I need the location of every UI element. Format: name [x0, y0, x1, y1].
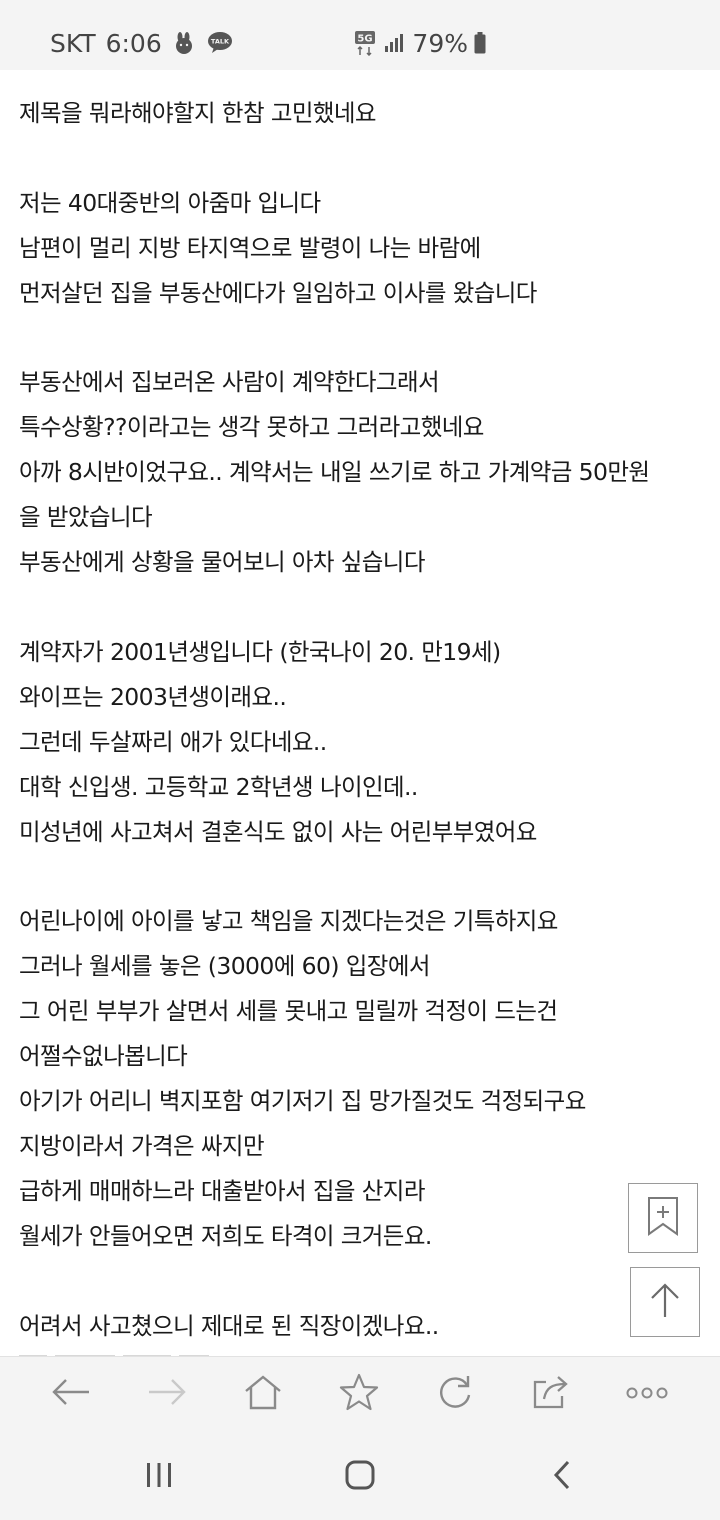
more-options-button[interactable] [622, 1369, 672, 1419]
article-line: 대학 신입생. 고등학교 2학년생 나이인데.. [19, 772, 418, 801]
nav-back-icon [551, 1459, 573, 1495]
carrier-label: SKT [50, 28, 96, 58]
system-navigation-bar [0, 1430, 720, 1520]
share-button[interactable] [526, 1369, 576, 1419]
article-line: 아기가 어리니 벽지포함 여기저기 집 망가질것도 걱정되구요 [19, 1087, 586, 1115]
svg-text:TALK: TALK [211, 38, 230, 46]
svg-text:5G: 5G [358, 34, 373, 45]
home-icon [243, 1374, 283, 1414]
article-line: 제목을 뭐라해야할지 한참 고민했네요 [19, 99, 377, 127]
article-line: 그러나 월세를 놓은 (3000에 60) 입장에서 [19, 952, 430, 980]
forward-button[interactable] [142, 1369, 192, 1419]
network-5g-icon: 5G [354, 30, 376, 56]
status-left: SKT 6:06 TALK [50, 26, 234, 60]
nav-back-button[interactable] [537, 1452, 587, 1502]
arrow-left-icon [51, 1377, 91, 1411]
share-icon [532, 1374, 570, 1414]
article-body: 제목을 뭐라해야할지 한참 고민했네요저는 40대중반의 아줌마 입니다남편이 … [19, 91, 709, 1349]
bookmarks-button[interactable] [334, 1369, 384, 1419]
signal-icon [384, 33, 404, 53]
article-line: 남편이 멀리 지방 타지역으로 발령이 나는 바람에 [19, 233, 481, 262]
status-bar: SKT 6:06 TALK 5G 79% [0, 0, 720, 70]
home-button[interactable] [238, 1369, 288, 1419]
article-line: 어려서 사고쳤으니 제대로 된 직장이겠나요.. [19, 1311, 439, 1340]
article-line: 와이프는 2003년생이래요.. [19, 682, 287, 711]
article-line: 부동산에서 집보러온 사람이 계약한다그래서 [19, 368, 440, 396]
reload-icon [436, 1373, 474, 1415]
reload-button[interactable] [430, 1369, 480, 1419]
status-right: 5G 79% [354, 26, 494, 60]
article-line: 아까 8시반이었구요.. 계약서는 내일 쓰기로 하고 가계약금 50만원 [19, 458, 650, 486]
article-line: 특수상황??이라고는 생각 못하고 그러라고했네요 [19, 413, 484, 441]
browser-toolbar [0, 1356, 720, 1431]
add-bookmark-button[interactable] [628, 1183, 698, 1253]
article-line: 어린나이에 아이를 낳고 책임을 지겠다는것은 기특하지요 [19, 907, 558, 935]
article-line: 그런데 두살짜리 애가 있다네요.. [19, 727, 327, 756]
article-line: 미성년에 사고쳐서 결혼식도 없이 사는 어린부부였어요 [19, 817, 537, 846]
bunny-app-icon [172, 31, 196, 55]
recent-apps-icon [144, 1461, 174, 1493]
article-line: 지방이라서 가격은 싸지만 [19, 1132, 265, 1160]
kakaotalk-icon: TALK [206, 31, 234, 55]
bookmark-plus-icon [646, 1196, 680, 1240]
article-line: 월세가 안들어오면 저희도 타격이 크거든요. [19, 1222, 432, 1250]
scroll-to-top-button[interactable] [630, 1267, 700, 1337]
more-dots-icon [625, 1385, 669, 1404]
clock: 6:06 [105, 28, 162, 58]
battery-icon [474, 32, 486, 54]
article-line: 저는 40대중반의 아줌마 입니다 [19, 188, 321, 217]
nav-home-icon [344, 1459, 376, 1495]
back-button[interactable] [46, 1369, 96, 1419]
arrow-right-icon [147, 1377, 187, 1411]
nav-home-button[interactable] [335, 1452, 385, 1502]
arrow-up-icon [648, 1281, 682, 1323]
article-line: 계약자가 2001년생입니다 (한국나이 20. 만19세) [19, 637, 501, 666]
article-line: 먼저살던 집을 부동산에다가 일임하고 이사를 왔습니다 [19, 278, 537, 307]
article-line: 을 받았습니다 [19, 503, 153, 531]
star-icon [339, 1373, 379, 1415]
article-line: 어쩔수없나봅니다 [19, 1042, 188, 1070]
article-line: 그 어린 부부가 살면서 세를 못내고 밀릴까 걱정이 드는건 [19, 997, 558, 1025]
article-line: 부동산에게 상황을 물어보니 아차 싶습니다 [19, 548, 425, 576]
recent-apps-button[interactable] [134, 1452, 184, 1502]
article-line: 급하게 매매하느라 대출받아서 집을 산지라 [19, 1177, 425, 1205]
battery-percent: 79% [412, 28, 468, 58]
